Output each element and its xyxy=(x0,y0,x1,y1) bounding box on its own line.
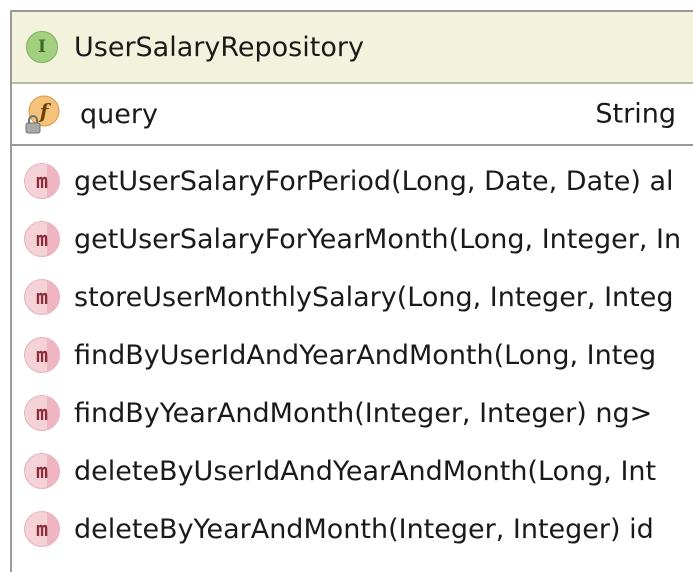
method-signature: findByUserIdAndYearAndMonth(Long, Integ xyxy=(74,339,657,371)
field-type: String xyxy=(595,98,676,130)
method-icon: m xyxy=(24,221,60,257)
method-signature: getUserSalaryForYearMonth(Long, Integer,… xyxy=(74,223,682,255)
method-icon: m xyxy=(24,395,60,431)
field-icon: f xyxy=(22,93,64,135)
class-header: I UserSalaryRepository xyxy=(12,12,693,84)
methods-section: m getUserSalaryForPeriod(Long, Date, Dat… xyxy=(12,146,693,558)
fields-section: f query String xyxy=(12,84,693,146)
method-row: m deleteByUserIdAndYearAndMonth(Long, In… xyxy=(12,442,693,500)
method-icon: m xyxy=(24,453,60,489)
method-row: m findByUserIdAndYearAndMonth(Long, Inte… xyxy=(12,326,693,384)
method-icon: m xyxy=(24,163,60,199)
method-row: m deleteByYearAndMonth(Integer, Integer)… xyxy=(12,500,693,558)
uml-class-box: I UserSalaryRepository f query String m … xyxy=(10,10,693,572)
method-row: m getUserSalaryForYearMonth(Long, Intege… xyxy=(12,210,693,268)
method-icon: m xyxy=(24,337,60,373)
method-row: m findByYearAndMonth(Integer, Integer) n… xyxy=(12,384,693,442)
method-signature: storeUserMonthlySalary(Long, Integer, In… xyxy=(74,281,674,313)
method-signature: getUserSalaryForPeriod(Long, Date, Date)… xyxy=(74,165,674,197)
method-row: m getUserSalaryForPeriod(Long, Date, Dat… xyxy=(12,152,693,210)
method-signature: deleteByYearAndMonth(Integer, Integer) i… xyxy=(74,513,654,545)
field-name: query xyxy=(80,98,158,130)
method-signature: findByYearAndMonth(Integer, Integer) ng> xyxy=(74,397,653,429)
class-name: UserSalaryRepository xyxy=(74,31,364,63)
method-signature: deleteByUserIdAndYearAndMonth(Long, Int xyxy=(74,455,657,487)
method-icon: m xyxy=(24,511,60,547)
method-row: m storeUserMonthlySalary(Long, Integer, … xyxy=(12,268,693,326)
interface-icon: I xyxy=(26,31,58,63)
method-icon: m xyxy=(24,279,60,315)
